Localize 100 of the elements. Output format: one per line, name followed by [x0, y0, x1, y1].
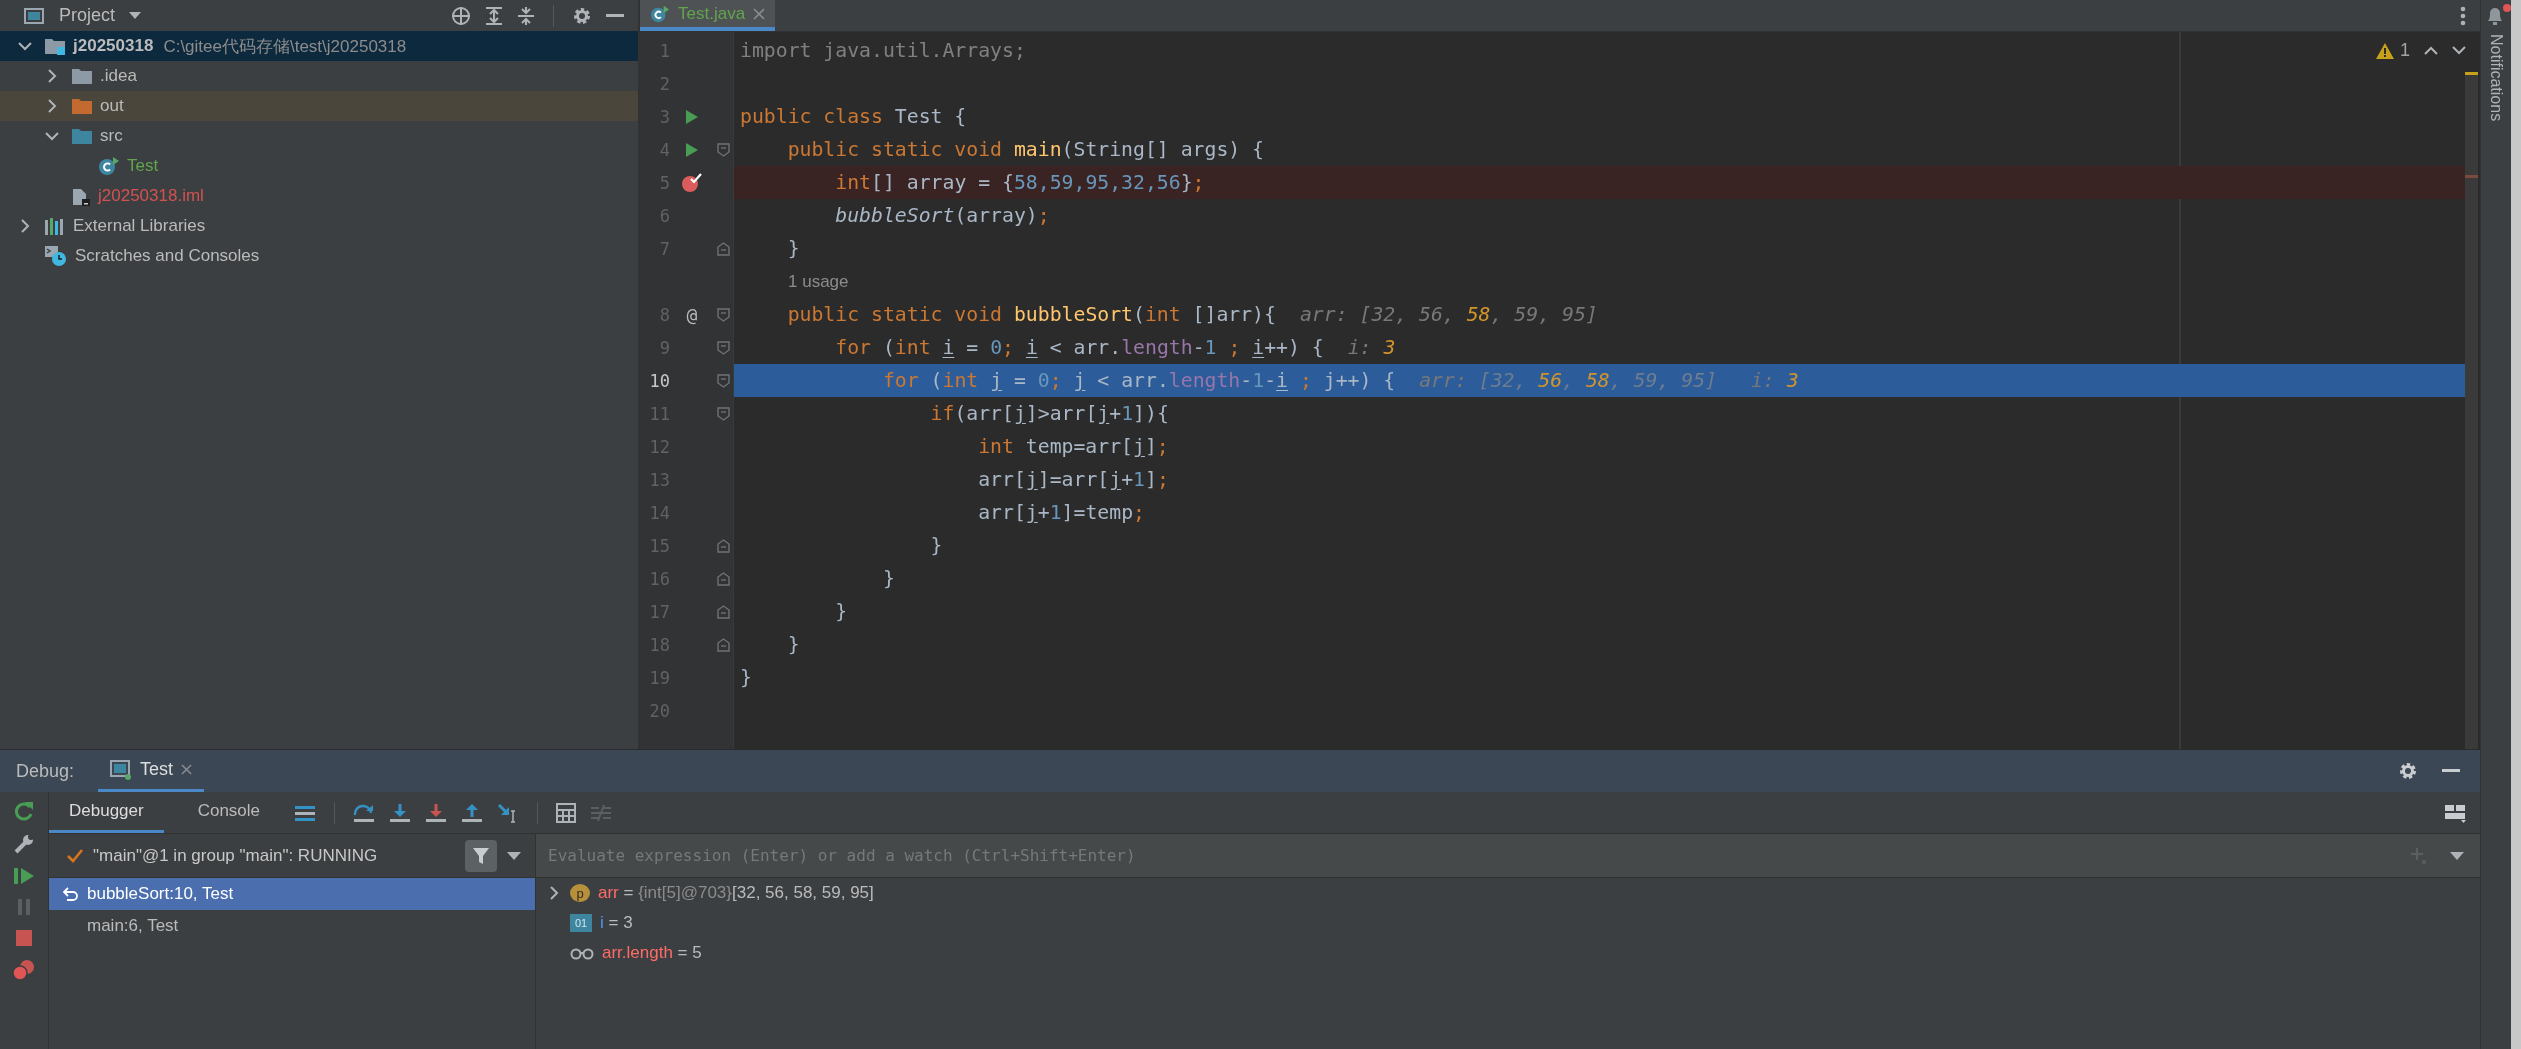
module-icon: [44, 37, 66, 55]
inline-hint: arr: [32, 56, 58, 59, 95]: [1419, 369, 1717, 392]
thread-label: "main"@1 in group "main": RUNNING: [93, 845, 378, 866]
minimize-icon[interactable]: [2442, 769, 2460, 774]
tree-item[interactable]: .idea: [0, 61, 638, 91]
libraries-icon: [44, 217, 66, 235]
window-icon: [24, 6, 44, 25]
stack-frame[interactable]: bubbleSort:10, Test: [49, 878, 535, 911]
force-step-into-icon[interactable]: [425, 802, 448, 823]
run-icon[interactable]: [685, 141, 699, 158]
line-number: 10: [648, 370, 670, 391]
check-icon: [67, 848, 83, 863]
folder-icon: [71, 127, 93, 145]
chevron-icon[interactable]: [18, 39, 32, 53]
tree-item[interactable]: External Libraries: [0, 211, 638, 241]
fold-icon[interactable]: [717, 241, 730, 256]
tool-tab[interactable]: Debugger: [49, 792, 164, 834]
close-icon[interactable]: [181, 764, 193, 776]
fold-icon[interactable]: [717, 538, 730, 553]
code-line: arr[j+1]=temp;: [977, 501, 1145, 524]
fold-icon[interactable]: [717, 142, 730, 157]
warning-icon[interactable]: [2376, 42, 2394, 59]
fold-icon[interactable]: [717, 571, 730, 586]
debug-session-tab[interactable]: Test: [98, 750, 205, 793]
usage-hint[interactable]: 1 usage: [740, 271, 849, 292]
code-line: for (int i = 0; i < arr.length-1 ; i++) {: [834, 336, 1324, 359]
panel-title[interactable]: Project: [59, 5, 116, 26]
inline-hint: arr: [32, 56, 58, 59, 95]: [1299, 303, 1598, 326]
code-line: }: [786, 237, 800, 260]
step-out-icon[interactable]: [461, 802, 484, 823]
warning-count: 1: [2400, 40, 2410, 61]
folder-icon: [71, 97, 93, 115]
implementation-marker[interactable]: @: [686, 304, 698, 325]
dropdown-caret-icon[interactable]: [129, 11, 142, 20]
code-line: for (int j = 0; j < arr.length-1-i ; j++) {: [881, 369, 1396, 392]
stop-icon[interactable]: [14, 928, 34, 949]
code-line: bubbleSort(array);: [834, 204, 1050, 227]
tree-item[interactable]: Test: [0, 151, 638, 181]
fold-icon[interactable]: [717, 307, 730, 322]
more-icon[interactable]: [2460, 5, 2466, 26]
fold-icon[interactable]: [717, 373, 730, 388]
java-class-icon: [650, 3, 670, 24]
variable-value[interactable]: i = 3: [600, 913, 633, 934]
resume-icon[interactable]: [13, 866, 35, 887]
filter-button[interactable]: [465, 839, 497, 872]
expand-all-icon[interactable]: [485, 5, 503, 26]
fold-icon[interactable]: [717, 604, 730, 619]
primitive-icon: 01: [570, 914, 592, 933]
run-icon[interactable]: [685, 108, 699, 125]
code-line: arr[j]=arr[j+1];: [977, 468, 1169, 491]
tree-item[interactable]: out: [0, 91, 638, 121]
dropdown-caret-icon[interactable]: [2450, 851, 2464, 860]
code-line: }: [881, 567, 895, 590]
fold-icon[interactable]: [717, 340, 730, 355]
parameter-icon: p: [570, 884, 590, 903]
inline-hint: i: 3: [1750, 369, 1799, 392]
previous-icon[interactable]: [2424, 46, 2438, 55]
breakpoints-icon[interactable]: [12, 959, 36, 982]
scratches-icon: [44, 245, 68, 267]
code-line: public static void bubbleSort(int []arr){: [786, 303, 1276, 326]
console-icon: [110, 759, 133, 780]
wrench-icon[interactable]: [13, 833, 35, 856]
breakpoint-icon[interactable]: [681, 172, 703, 193]
fold-icon[interactable]: [717, 406, 730, 421]
scrollbar[interactable]: [2465, 72, 2478, 750]
stack-frame[interactable]: main:6, Test: [49, 910, 535, 943]
chevron-icon[interactable]: [45, 129, 59, 143]
variable-value[interactable]: arr.length = 5: [602, 943, 702, 964]
code-line: int temp=arr[j];: [977, 435, 1169, 458]
settings-icon[interactable]: [2398, 761, 2418, 782]
tree-item[interactable]: j20250318 C:\gitee代码存储\test\j20250318: [0, 31, 638, 61]
rerun-icon[interactable]: [13, 800, 35, 823]
return-arrow-icon: [61, 887, 79, 902]
notifications-tab[interactable]: Notifications: [2487, 34, 2505, 122]
code-line: }: [786, 633, 800, 656]
tool-tab[interactable]: Console: [177, 792, 281, 834]
step-into-icon[interactable]: [389, 802, 412, 823]
next-icon[interactable]: [2452, 46, 2466, 55]
minimize-icon[interactable]: [606, 13, 624, 18]
locate-icon[interactable]: [451, 5, 471, 26]
calculator-icon[interactable]: [556, 802, 577, 823]
dropdown-caret-icon[interactable]: [507, 851, 521, 860]
tree-item[interactable]: src: [0, 121, 638, 151]
layout-lines-icon[interactable]: [294, 803, 317, 822]
filter-icon: [472, 846, 490, 865]
code-line: public class Test {: [740, 105, 967, 128]
settings-icon[interactable]: [572, 5, 592, 26]
variable-value[interactable]: arr = {int[5]@703}[32, 56, 58, 59, 95]: [598, 883, 874, 904]
code-line: if(arr[j]>arr[j+1]){: [929, 402, 1169, 425]
layout-icon[interactable]: [2444, 802, 2466, 823]
step-over-icon[interactable]: [353, 802, 376, 823]
chevron-icon[interactable]: [18, 219, 32, 233]
chevron-icon[interactable]: [45, 99, 59, 113]
tree-item[interactable]: Scratches and Consoles: [0, 241, 638, 271]
fold-icon[interactable]: [717, 637, 730, 652]
chevron-icon[interactable]: [548, 886, 560, 901]
watch-icon: [570, 946, 594, 961]
code-line: }: [834, 600, 848, 623]
chevron-icon[interactable]: [45, 69, 59, 83]
collapse-all-icon[interactable]: [517, 5, 535, 26]
